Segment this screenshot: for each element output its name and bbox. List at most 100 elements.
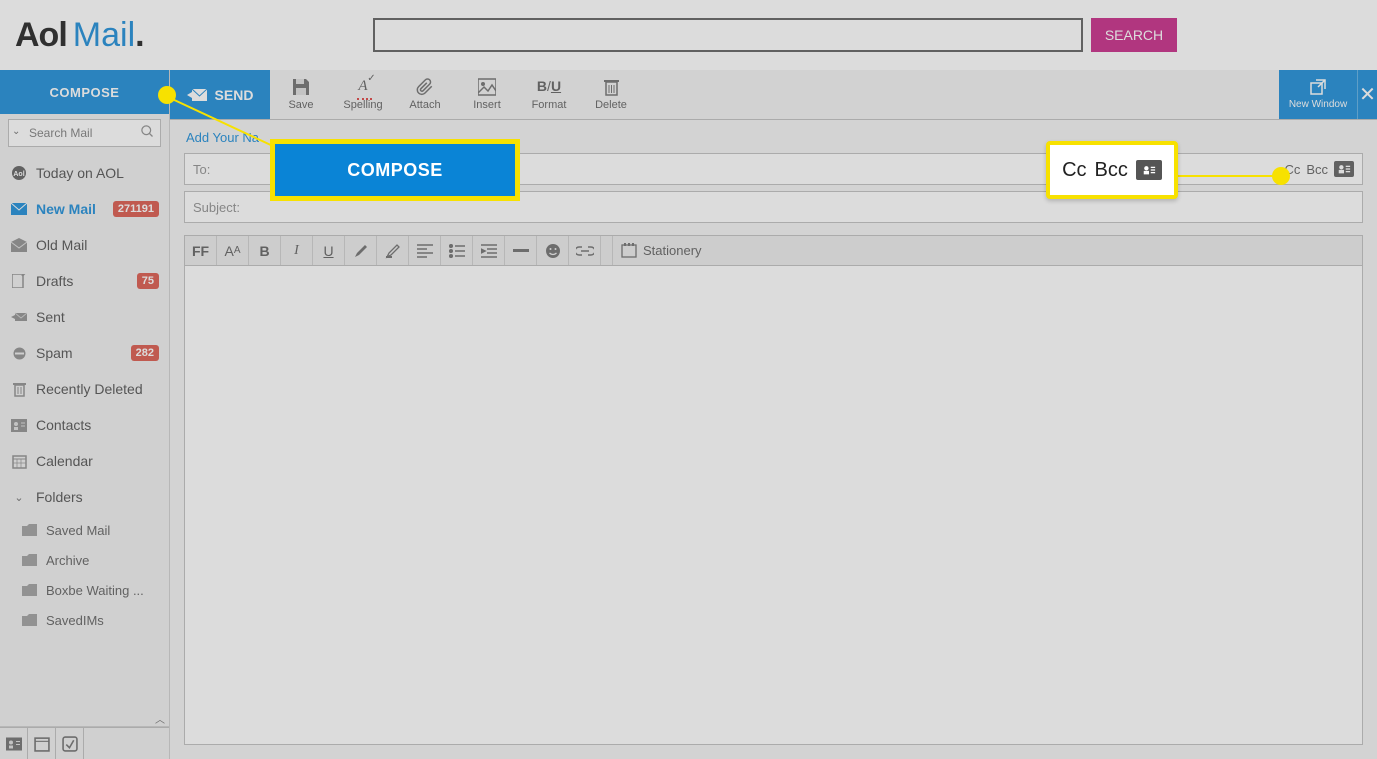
chevron-down-icon: ⌄: [10, 491, 28, 504]
folder-archive[interactable]: Archive: [0, 545, 169, 575]
address-book-icon[interactable]: [1334, 161, 1354, 177]
stationery-icon: [621, 243, 637, 259]
stationery-button[interactable]: Stationery: [613, 236, 703, 265]
folder-icon: [22, 584, 38, 596]
sidebar-item-today[interactable]: Aol Today on AOL: [0, 155, 169, 191]
count-badge: 75: [137, 273, 159, 289]
pencil-note-icon: [10, 274, 28, 288]
folder-savedims[interactable]: SavedIMs: [0, 605, 169, 635]
italic-button[interactable]: I: [281, 236, 313, 265]
delete-button[interactable]: Delete: [580, 70, 642, 119]
count-badge: 282: [131, 345, 159, 361]
to-label: To:: [193, 162, 210, 177]
pencil-icon: [353, 243, 369, 259]
attach-button[interactable]: Attach: [394, 70, 456, 119]
compose-button[interactable]: COMPOSE: [0, 70, 169, 114]
sidebar-label: Drafts: [36, 273, 73, 289]
highlighter-icon: [385, 243, 401, 259]
sidebar-item-contacts[interactable]: Contacts: [0, 407, 169, 443]
bullet-list-button[interactable]: [441, 236, 473, 265]
sidebar-item-folders[interactable]: ⌄ Folders: [0, 479, 169, 515]
send-icon: [187, 88, 207, 102]
sidebar-item-deleted[interactable]: Recently Deleted: [0, 371, 169, 407]
sidebar-item-new-mail[interactable]: New Mail 271191: [0, 191, 169, 227]
folder-list: Aol Today on AOL New Mail 271191 Old Mai…: [0, 155, 169, 635]
top-search-input[interactable]: [373, 18, 1083, 52]
sidebar-item-calendar[interactable]: Calendar: [0, 443, 169, 479]
trash-icon: [604, 78, 619, 96]
logo-mail: Mail: [73, 16, 135, 55]
search-mail-input[interactable]: [8, 119, 161, 147]
message-body[interactable]: [184, 265, 1363, 745]
sidebar-item-spam[interactable]: Spam 282: [0, 335, 169, 371]
align-button[interactable]: [409, 236, 441, 265]
folder-label: Archive: [46, 553, 89, 568]
envelope-icon: [10, 203, 28, 215]
underline-button[interactable]: U: [313, 236, 345, 265]
font-family-button[interactable]: FF: [185, 236, 217, 265]
bottom-calendar-icon[interactable]: [28, 728, 56, 759]
trash-icon: [10, 382, 28, 397]
format-toolbar: FF AA B I U Stationery: [184, 235, 1363, 265]
callout-dot-compose: [158, 86, 176, 104]
align-icon: [417, 244, 433, 258]
send-button[interactable]: SEND: [170, 70, 270, 119]
sidebar-label: Old Mail: [36, 237, 87, 253]
new-window-button[interactable]: New Window: [1279, 70, 1357, 119]
sidebar-item-old-mail[interactable]: Old Mail: [0, 227, 169, 263]
save-button[interactable]: Save: [270, 70, 332, 119]
folder-label: Boxbe Waiting ...: [46, 583, 144, 598]
search-mail-wrap: ⌄: [0, 116, 169, 155]
send-label: SEND: [215, 87, 254, 103]
indent-icon: [481, 244, 497, 258]
scroll-up-icon[interactable]: ︿: [155, 711, 165, 726]
sidebar-label: Recently Deleted: [36, 381, 143, 397]
cc-bcc-controls: Cc Bcc: [1284, 161, 1354, 177]
emoji-button[interactable]: [537, 236, 569, 265]
sidebar-label: New Mail: [36, 201, 96, 217]
format-button[interactable]: B/U Format: [518, 70, 580, 119]
close-button[interactable]: ✕: [1357, 70, 1377, 119]
sidebar-item-drafts[interactable]: Drafts 75: [0, 263, 169, 299]
callout-compose-box: COMPOSE: [270, 139, 520, 201]
new-window-icon: [1310, 79, 1326, 95]
logo-aol: Aol: [15, 16, 67, 55]
hr-button[interactable]: [505, 236, 537, 265]
svg-text:Aol: Aol: [13, 171, 24, 178]
spelling-button[interactable]: A✓ Spelling: [332, 70, 394, 119]
subject-input[interactable]: [246, 200, 1354, 215]
callout-line-ccbcc: [1178, 175, 1276, 177]
indent-button[interactable]: [473, 236, 505, 265]
insert-button[interactable]: Insert: [456, 70, 518, 119]
header-bar: Aol Mail . SEARCH: [0, 0, 1377, 70]
spam-icon: [10, 346, 28, 361]
font-size-button[interactable]: AA: [217, 236, 249, 265]
sidebar-item-sent[interactable]: Sent: [0, 299, 169, 335]
highlight-button[interactable]: [377, 236, 409, 265]
sidebar-divider: [0, 726, 169, 727]
sent-icon: [10, 311, 28, 323]
bold-button[interactable]: B: [249, 236, 281, 265]
paperclip-icon: [416, 78, 434, 96]
bottom-tasks-icon[interactable]: [56, 728, 84, 759]
folder-boxbe[interactable]: Boxbe Waiting ...: [0, 575, 169, 605]
search-chevron-icon[interactable]: ⌄: [12, 126, 20, 137]
logo-dot: .: [135, 16, 144, 55]
search-button[interactable]: SEARCH: [1091, 18, 1177, 52]
link-button[interactable]: [569, 236, 601, 265]
image-icon: [478, 78, 496, 96]
spelling-icon: A✓: [358, 78, 367, 96]
search-icon[interactable]: [140, 124, 155, 139]
bcc-link[interactable]: Bcc: [1306, 162, 1328, 177]
save-icon: [292, 78, 310, 96]
contacts-icon: [10, 419, 28, 432]
folder-saved-mail[interactable]: Saved Mail: [0, 515, 169, 545]
bottom-contacts-icon[interactable]: [0, 728, 28, 759]
hr-icon: [513, 249, 529, 253]
sidebar-label: Spam: [36, 345, 73, 361]
folder-label: Saved Mail: [46, 523, 110, 538]
close-icon: ✕: [1359, 82, 1376, 107]
envelope-open-icon: [10, 238, 28, 252]
text-color-button[interactable]: [345, 236, 377, 265]
top-search: SEARCH: [373, 18, 1367, 52]
